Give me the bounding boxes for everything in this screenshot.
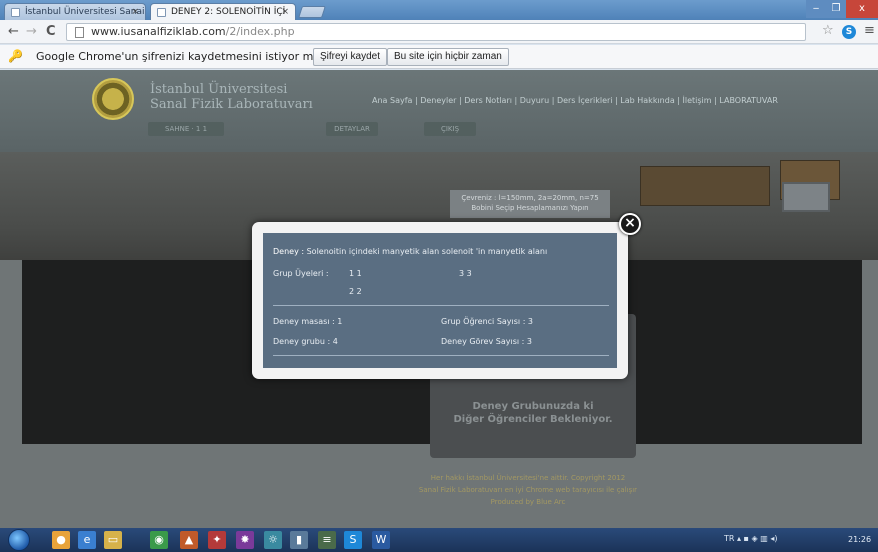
experiment-group: Deney grubu : 4 [273, 337, 338, 346]
word-icon[interactable]: W [372, 531, 390, 549]
university-seal-icon [92, 78, 134, 120]
skype-extension-icon[interactable]: S [842, 25, 856, 39]
browser-toolbar: ← → C www.iusanalfiziklab.com/2/index.ph… [0, 20, 878, 44]
nav-link[interactable]: Ana Sayfa [372, 96, 412, 105]
experiment-table: Deney masası : 1 [273, 317, 343, 326]
modal-close-icon[interactable]: × [619, 213, 641, 235]
infobar-message: Google Chrome'un şifrenizi kaydetmesini … [36, 50, 359, 63]
nav-link[interactable]: Duyuru [520, 96, 549, 105]
tab-title: DENEY 2: SOLENOİTİN İÇİ [171, 7, 286, 17]
chrome-icon[interactable]: ◉ [150, 531, 168, 549]
formula-info-box: Çevreniz : l=150mm, 2a=20mm, n=75 Bobini… [450, 190, 610, 218]
system-tray: TR ▴ ▪ ◈ ▥ ◂) [724, 534, 777, 543]
group-members-label: Grup Üyeleri : [273, 269, 329, 278]
app-icon[interactable]: ☼ [264, 531, 282, 549]
nav-link[interactable]: Deneyler [420, 96, 456, 105]
site-footer: Her hakkı İstanbul Üniversitesi'ne aitti… [418, 474, 638, 506]
subtab[interactable]: ÇIKIŞ [424, 122, 476, 136]
key-icon: 🔑 [8, 49, 23, 63]
experiment-info-modal: Deney : Solenoitin içindeki manyetik ala… [252, 222, 628, 379]
url-path: /2/index.php [225, 25, 295, 38]
chrome-menu-icon[interactable]: ≡ [864, 23, 875, 38]
never-for-site-button[interactable]: Bu site için hiçbir zaman [387, 48, 509, 66]
clock[interactable]: 21:26 [848, 535, 871, 544]
nav-link[interactable]: İletişim [683, 96, 712, 105]
divider [273, 305, 609, 306]
tab-close-icon[interactable]: × [131, 4, 139, 20]
address-bar[interactable]: www.iusanalfiziklab.com/2/index.php [66, 23, 806, 41]
solenoid-equipment [640, 166, 770, 206]
group-member: 1 1 [349, 269, 362, 278]
experiment-task-count: Deney Görev Sayısı : 3 [441, 337, 532, 346]
tray-icons[interactable]: ▴ ▪ ◈ ▥ ◂) [737, 534, 777, 543]
forward-arrow-icon[interactable]: → [26, 23, 37, 41]
browser-tab-strip: İstanbul Üniversitesi Sanai × DENEY 2: S… [0, 0, 878, 20]
minimize-icon[interactable]: ‒ [806, 0, 826, 18]
group-member: 3 3 [459, 269, 472, 278]
site-title: İstanbul Üniversitesi Sanal Fizik Labora… [150, 82, 313, 112]
tab-istanbul-universitesi[interactable]: İstanbul Üniversitesi Sanai × [4, 3, 146, 20]
password-infobar: 🔑 Google Chrome'un şifrenizi kaydetmesin… [0, 45, 878, 69]
page-favicon-icon [157, 8, 166, 17]
divider [273, 355, 609, 356]
nav-link[interactable]: Ders İçerikleri [557, 96, 613, 105]
modal-content: Deney : Solenoitin içindeki manyetik ala… [263, 233, 617, 368]
window-close-icon[interactable]: x [846, 0, 878, 18]
file-explorer-icon[interactable]: ▭ [104, 531, 122, 549]
back-arrow-icon[interactable]: ← [8, 23, 19, 41]
group-student-count: Grup Öğrenci Sayısı : 3 [441, 317, 534, 326]
skype-icon[interactable]: S [344, 531, 362, 549]
nav-link[interactable]: Lab Hakkında [620, 96, 674, 105]
reload-icon[interactable]: C [46, 23, 56, 41]
start-button[interactable] [8, 529, 30, 551]
tab-title: İstanbul Üniversitesi Sanai [25, 7, 145, 17]
page-favicon-icon [11, 8, 20, 17]
save-password-button[interactable]: Şifreyi kaydet [313, 48, 388, 66]
app-icon[interactable]: ▲ [180, 531, 198, 549]
tab-close-icon[interactable]: × [281, 4, 289, 20]
page-icon [75, 27, 84, 38]
nav-link[interactable]: LABORATUVAR [719, 96, 778, 105]
nav-link[interactable]: Ders Notları [464, 96, 512, 105]
group-member: 2 2 [349, 287, 362, 296]
site-header: İstanbul Üniversitesi Sanal Fizik Labora… [0, 70, 878, 152]
url-host: www.iusanalfiziklab.com [91, 25, 226, 38]
bookmark-star-icon[interactable]: ☆ [822, 23, 834, 38]
monitor-icon [782, 182, 830, 212]
app-icon[interactable]: ▮ [290, 531, 308, 549]
app-icon[interactable]: ✸ [236, 531, 254, 549]
media-player-icon[interactable]: ● [52, 531, 70, 549]
subtab[interactable]: DETAYLAR [326, 122, 378, 136]
new-tab-button[interactable] [298, 6, 326, 18]
language-indicator[interactable]: TR [724, 534, 734, 543]
tab-deney-2[interactable]: DENEY 2: SOLENOİTİN İÇİ × [150, 3, 296, 20]
waiting-message: Deney Grubunuzda ki Diğer Öğrenciler Bek… [453, 401, 613, 425]
experiment-title: Deney : Solenoitin içindeki manyetik ala… [273, 247, 548, 256]
windows-taskbar: ● e ▭ ◉ ▲ ✦ ✸ ☼ ▮ ≡ S W TR ▴ ▪ ◈ ▥ ◂) 21… [0, 528, 878, 552]
app-icon[interactable]: ≡ [318, 531, 336, 549]
site-nav: Ana Sayfa | Deneyler | Ders Notları | Du… [372, 96, 778, 105]
maximize-icon[interactable]: ❐ [826, 0, 846, 18]
subtab[interactable]: SAHNE · 1 1 [148, 122, 224, 136]
internet-explorer-icon[interactable]: e [78, 531, 96, 549]
app-icon[interactable]: ✦ [208, 531, 226, 549]
